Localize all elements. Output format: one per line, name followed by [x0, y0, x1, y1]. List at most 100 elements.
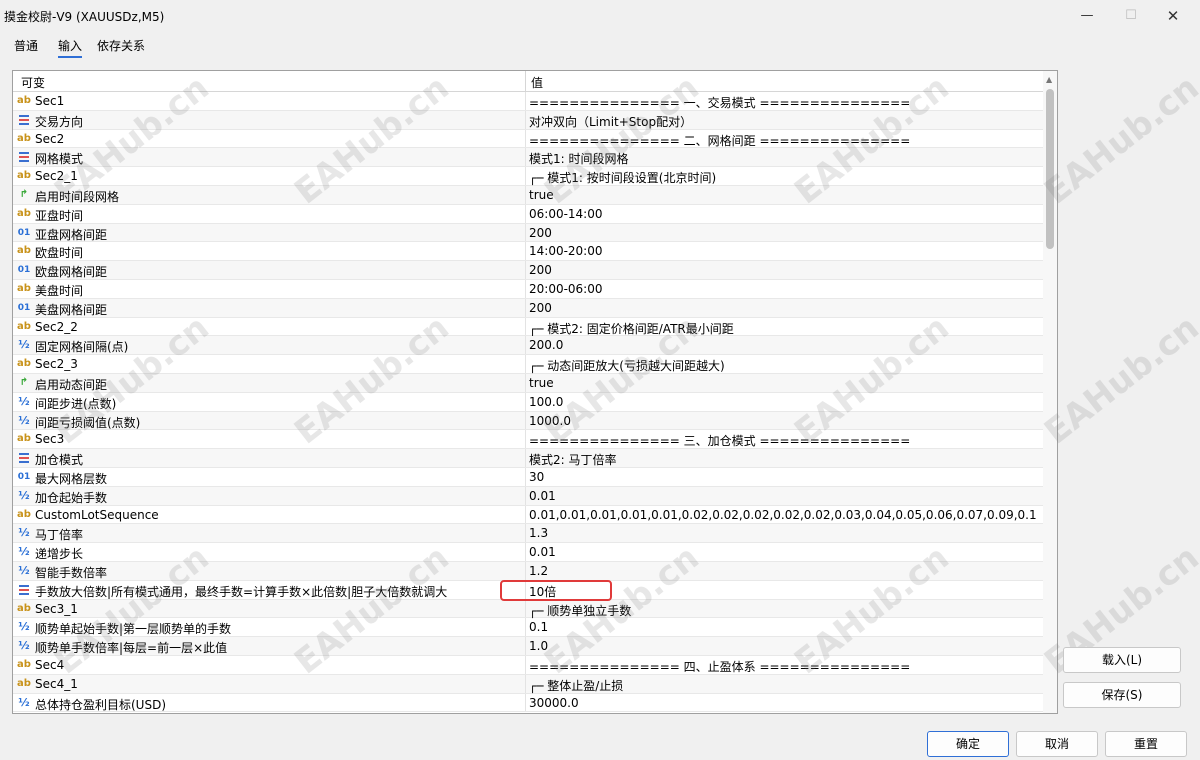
reset-button[interactable]: 重置 [1105, 731, 1187, 757]
row-value[interactable]: ┌─ 模式2: 固定价格间距/ATR最小间距 [529, 320, 1037, 337]
table-row[interactable]: ab 美盘时间 20:00-06:00 [13, 279, 1043, 299]
column-header-value[interactable]: 值 [531, 74, 543, 91]
row-name: Sec2_2 [35, 319, 78, 334]
table-row[interactable]: ab Sec1 =============== 一、交易模式 ===========… [13, 92, 1043, 111]
row-value[interactable]: 0.01 [529, 489, 1037, 503]
tab-inputs[interactable]: 输入 [58, 36, 83, 58]
row-value[interactable]: 200 [529, 263, 1037, 277]
scroll-up-icon[interactable]: ▲ [1046, 75, 1052, 84]
string-type-icon: ab [17, 170, 31, 182]
cell-divider [525, 505, 526, 524]
row-value[interactable]: 0.01,0.01,0.01,0.01,0.01,0.02,0.02,0.02,… [529, 508, 1037, 522]
table-row[interactable]: ↱ 启用时间段网格 true [13, 185, 1043, 205]
scrollbar-thumb[interactable] [1046, 89, 1054, 249]
row-value[interactable]: =============== 二、网格间距 =============== [529, 132, 1037, 149]
table-row[interactable]: ½ 加仓起始手数 0.01 [13, 486, 1043, 506]
row-value[interactable]: 200.0 [529, 338, 1037, 352]
table-row[interactable]: ½ 顺势单手数倍率|每层=前一层×此值 1.0 [13, 637, 1043, 656]
row-name: 美盘网格间距 [35, 302, 108, 317]
maximize-button[interactable]: ☐ [1120, 6, 1142, 26]
table-row[interactable]: ab Sec2_2 ┌─ 模式2: 固定价格间距/ATR最小间距 [13, 317, 1043, 337]
row-value[interactable]: 06:00-14:00 [529, 207, 1037, 221]
table-row[interactable]: 01 最大网格层数 30 [13, 467, 1043, 487]
table-row[interactable]: ab Sec2_1 ┌─ 模式1: 按时间段设置(北京时间) [13, 167, 1043, 186]
row-value[interactable]: ┌─ 整体止盈/止损 [529, 677, 1037, 694]
row-name: 固定网格间隔(点) [35, 340, 129, 355]
row-name: 递增步长 [35, 547, 84, 562]
row-value[interactable]: ┌─ 模式1: 按时间段设置(北京时间) [529, 169, 1037, 186]
row-value[interactable]: 0.1 [529, 620, 1037, 634]
table-row[interactable]: ab 欧盘时间 14:00-20:00 [13, 242, 1043, 262]
row-value[interactable]: 100.0 [529, 395, 1037, 409]
row-name: 加仓模式 [35, 453, 84, 468]
row-value[interactable]: =============== 三、加仓模式 =============== [529, 432, 1037, 449]
table-row[interactable]: ab Sec4 =============== 四、止盈体系 ===========… [13, 655, 1043, 675]
table-row[interactable]: 网格模式 模式1: 时间段网格 [13, 148, 1043, 168]
row-value[interactable]: =============== 四、止盈体系 =============== [529, 658, 1037, 675]
row-value[interactable]: 200 [529, 226, 1037, 240]
table-row[interactable]: ½ 间距步进(点数) 100.0 [13, 392, 1043, 412]
row-value[interactable]: 模式2: 马丁倍率 [529, 451, 1037, 468]
table-row[interactable]: ½ 总体持仓盈利目标(USD) 30000.0 [13, 693, 1043, 713]
row-value[interactable]: ┌─ 顺势单独立手数 [529, 602, 1037, 619]
table-row[interactable]: 01 欧盘网格间距 200 [13, 261, 1043, 280]
tab-dependencies[interactable]: 依存关系 [97, 36, 145, 56]
cell-divider [525, 561, 526, 580]
double-type-icon: ½ [18, 620, 30, 634]
boolean-type-icon: ↱ [19, 188, 29, 200]
table-row[interactable]: ab Sec2_3 ┌─ 动态间距放大(亏损越大间距越大) [13, 355, 1043, 374]
row-value[interactable]: 20:00-06:00 [529, 282, 1037, 296]
string-type-icon: ab [17, 95, 31, 106]
table-row[interactable]: ½ 顺势单起始手数|第一层顺势单的手数 0.1 [13, 618, 1043, 638]
table-row[interactable]: ↱ 启用动态间距 true [13, 373, 1043, 393]
row-name: 马丁倍率 [35, 528, 84, 543]
table-row[interactable]: ab 亚盘时间 06:00-14:00 [13, 204, 1043, 224]
table-row[interactable]: ½ 智能手数倍率 1.2 [13, 561, 1043, 581]
row-value[interactable]: 200 [529, 301, 1037, 315]
table-row[interactable]: ab CustomLotSequence 0.01,0.01,0.01,0.01,0… [13, 505, 1043, 525]
cell-divider [525, 110, 526, 129]
row-value[interactable]: 1.2 [529, 564, 1037, 578]
cell-divider [525, 411, 526, 430]
table-row[interactable]: ab Sec3_1 ┌─ 顺势单独立手数 [13, 599, 1043, 619]
double-type-icon: ½ [18, 338, 30, 352]
close-button[interactable]: ✕ [1162, 6, 1184, 26]
save-button[interactable]: 保存(S) [1063, 682, 1181, 708]
table-row[interactable]: ½ 间距亏损阈值(点数) 1000.0 [13, 411, 1043, 431]
column-header-variable[interactable]: 可变 [21, 74, 45, 91]
cancel-button[interactable]: 取消 [1016, 731, 1098, 757]
table-row[interactable]: ½ 固定网格间隔(点) 200.0 [13, 336, 1043, 356]
row-value[interactable]: 30000.0 [529, 696, 1037, 710]
row-value[interactable]: 0.01 [529, 545, 1037, 559]
row-value[interactable]: true [529, 376, 1037, 390]
load-button[interactable]: 载入(L) [1063, 647, 1181, 673]
table-row[interactable]: 加仓模式 模式2: 马丁倍率 [13, 449, 1043, 468]
table-row[interactable]: ½ 递增步长 0.01 [13, 543, 1043, 562]
table-row[interactable]: ab Sec2 =============== 二、网格间距 ===========… [13, 129, 1043, 149]
row-value[interactable]: 14:00-20:00 [529, 244, 1037, 258]
row-value[interactable]: 1.0 [529, 639, 1037, 653]
table-row[interactable]: ab Sec4_1 ┌─ 整体止盈/止损 [13, 674, 1043, 694]
tab-general[interactable]: 普通 [14, 36, 38, 56]
table-row[interactable]: 交易方向 对冲双向（Limit+Stop配对） [13, 110, 1043, 130]
row-value[interactable]: 1000.0 [529, 414, 1037, 428]
row-value[interactable]: =============== 一、交易模式 =============== [529, 94, 1037, 111]
row-name: Sec3_1 [35, 601, 78, 616]
minimize-button[interactable]: — [1076, 6, 1098, 26]
double-type-icon: ½ [18, 488, 30, 502]
table-row[interactable]: 01 美盘网格间距 200 [13, 298, 1043, 318]
row-value[interactable]: 模式1: 时间段网格 [529, 150, 1037, 167]
row-name: 最大网格层数 [35, 471, 108, 486]
row-value[interactable]: 1.3 [529, 526, 1037, 540]
table-row[interactable]: 01 亚盘网格间距 200 [13, 223, 1043, 243]
cell-divider [525, 355, 526, 373]
enum-list-icon [17, 113, 31, 127]
vertical-scrollbar[interactable]: ▲ [1043, 71, 1057, 713]
row-value[interactable]: 30 [529, 470, 1037, 484]
table-row[interactable]: ab Sec3 =============== 三、加仓模式 ===========… [13, 430, 1043, 450]
table-row[interactable]: ½ 马丁倍率 1.3 [13, 524, 1043, 544]
row-value[interactable]: true [529, 188, 1037, 202]
row-value[interactable]: 对冲双向（Limit+Stop配对） [529, 113, 1037, 130]
row-value[interactable]: ┌─ 动态间距放大(亏损越大间距越大) [529, 357, 1037, 374]
ok-button[interactable]: 确定 [927, 731, 1009, 757]
